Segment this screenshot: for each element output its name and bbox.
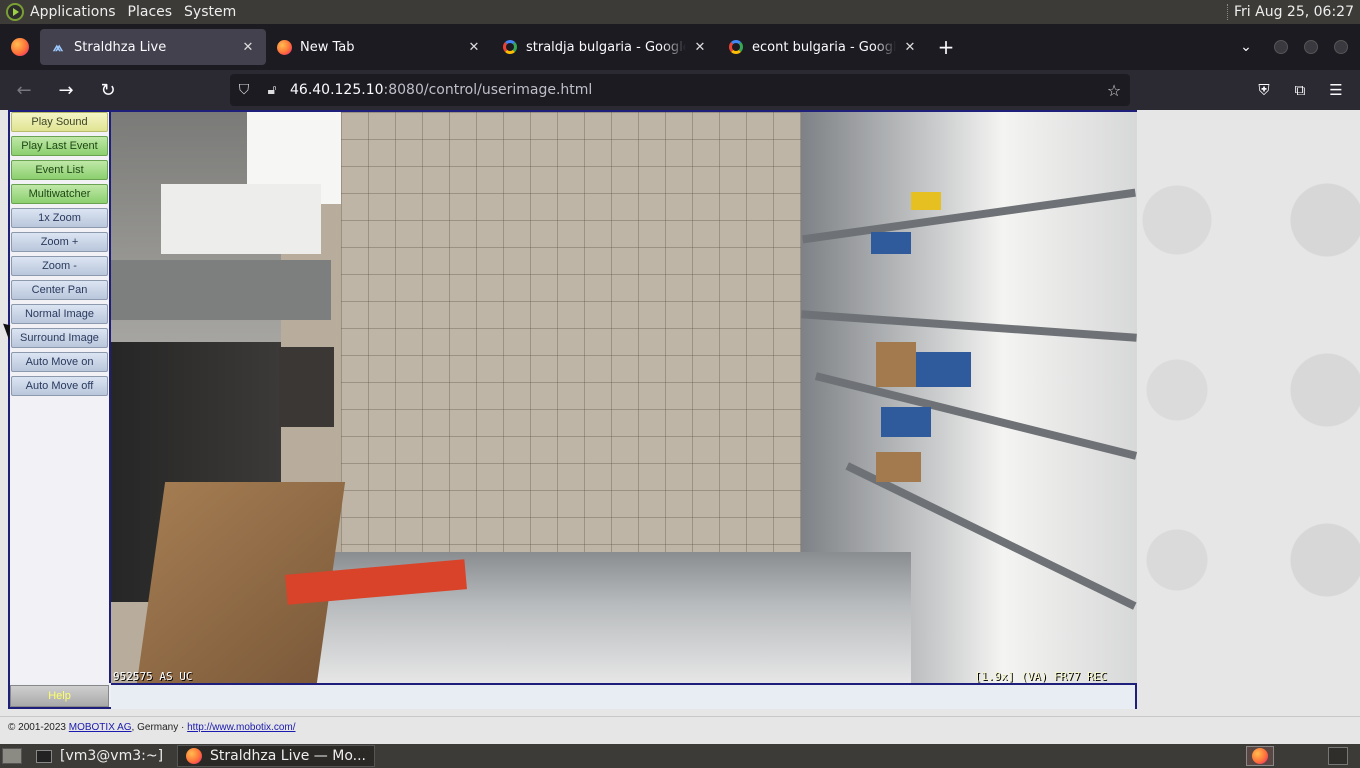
camera-live-image[interactable]: 952575 AS UC [1.9x] (VA) FR77 REC [111, 112, 1137, 683]
panel-separator [1227, 4, 1229, 20]
pocket-icon[interactable]: ⛨ [1246, 70, 1282, 110]
play-sound-button[interactable]: Play Sound [11, 112, 108, 132]
camera-scene-package [916, 352, 971, 387]
show-desktop-button[interactable] [2, 748, 22, 764]
workspace-switcher-2[interactable] [1328, 747, 1348, 765]
taskbar: [vm3@vm3:~] Straldhza Live — Mo... [0, 744, 1360, 768]
minimize-window-button[interactable] [1274, 40, 1288, 54]
mobotix-website-link[interactable]: http://www.mobotix.com/ [187, 722, 295, 733]
camera-scene-package [876, 452, 921, 482]
help-button[interactable]: Help [10, 685, 109, 707]
google-icon [502, 39, 518, 55]
menu-icon[interactable]: ☰ [1318, 70, 1354, 110]
system-menu[interactable]: System [178, 4, 242, 20]
tab-straldja-search[interactable]: straldja bulgaria - Google Se ✕ [492, 29, 718, 65]
camera-overlay-right: [1.9x] (VA) FR77 REC [974, 670, 1107, 683]
forward-button[interactable]: → [48, 74, 84, 106]
multiwatcher-button[interactable]: Multiwatcher [11, 184, 108, 204]
insecure-lock-icon[interactable]: 🔓︎ [258, 82, 286, 98]
camera-scene-floor [341, 112, 811, 562]
firefox-icon [186, 748, 203, 764]
mobotix-link[interactable]: MOBOTIX AG [69, 722, 132, 733]
camera-frame: Play Sound Play Last Event Event List Multi… [8, 110, 1137, 709]
auto-move-on-button[interactable]: Auto Move on [11, 352, 108, 372]
taskbar-item-terminal[interactable]: [vm3@vm3:~] [28, 745, 171, 767]
close-tab-icon[interactable]: ✕ [466, 40, 482, 55]
close-tab-icon[interactable]: ✕ [902, 40, 918, 55]
terminal-icon [36, 749, 52, 763]
places-menu[interactable]: Places [122, 4, 179, 20]
control-sidebar: Play Sound Play Last Event Event List Multi… [10, 112, 111, 683]
camera-overlay-left: 952575 AS UC [113, 670, 193, 683]
background-pattern [1137, 110, 1360, 710]
footer: © 2001-2023 MOBOTIX AG, Germany · http:/… [8, 722, 296, 733]
firefox-icon [11, 38, 29, 56]
camera-scene-package [881, 407, 931, 437]
tab-straldhza-live[interactable]: ⩕ Straldhza Live ✕ [40, 29, 266, 65]
url-bar[interactable]: ⛉ 🔓︎ 46.40.125.10:8080/control/userimage… [230, 74, 1130, 106]
footer-country: , Germany · [131, 722, 188, 733]
bookmark-star-icon[interactable]: ☆ [1098, 81, 1130, 100]
list-all-tabs-icon[interactable]: ⌄ [1226, 39, 1266, 55]
camera-status-strip [111, 683, 1135, 709]
camera-scene-package [871, 232, 911, 254]
tab-econt-search[interactable]: econt bulgaria - Google Sea ✕ [718, 29, 928, 65]
shield-icon[interactable]: ⛉ [230, 82, 258, 98]
auto-move-off-button[interactable]: Auto Move off [11, 376, 108, 396]
google-icon [728, 39, 744, 55]
url-text[interactable]: 46.40.125.10:8080/control/userimage.html [286, 82, 1098, 98]
play-last-event-button[interactable]: Play Last Event [11, 136, 108, 156]
url-host: 46.40.125.10 [290, 82, 384, 98]
maximize-window-button[interactable] [1304, 40, 1318, 54]
reload-button[interactable]: ↻ [90, 74, 126, 106]
applications-menu[interactable]: Applications [24, 4, 122, 20]
camera-scene-rail [111, 260, 331, 320]
firefox-icon [1252, 748, 1268, 764]
surround-image-button[interactable]: Surround Image [11, 328, 108, 348]
camera-scene-box [161, 184, 321, 254]
event-list-button[interactable]: Event List [11, 160, 108, 180]
url-path: :8080/control/userimage.html [383, 82, 593, 98]
normal-image-button[interactable]: Normal Image [11, 304, 108, 324]
tab-title: New Tab [300, 39, 355, 55]
footer-divider [0, 716, 1360, 717]
tab-new-tab[interactable]: New Tab ✕ [266, 29, 492, 65]
top-panel: Applications Places System Fri Aug 25, 0… [0, 0, 1360, 24]
camera-scene-mat [279, 347, 334, 427]
tab-title: econt bulgaria - Google Sea [752, 39, 896, 55]
1x-zoom-button[interactable]: 1x Zoom [11, 208, 108, 228]
clock[interactable]: Fri Aug 25, 06:27 [1234, 4, 1360, 20]
tab-strip: ⩕ Straldhza Live ✕ New Tab ✕ straldja bu… [0, 24, 1360, 70]
extensions-icon[interactable]: ⧉ [1282, 70, 1318, 110]
zoom-button[interactable]: Zoom + [11, 232, 108, 252]
center-pan-button[interactable]: Center Pan [11, 280, 108, 300]
firefox-icon [276, 39, 292, 55]
new-tab-button[interactable]: + [928, 35, 964, 59]
mobotix-icon: ⩕ [52, 39, 64, 55]
navigation-bar: ← → ↻ ⛉ 🔓︎ 46.40.125.10:8080/control/use… [0, 70, 1360, 110]
applications-logo-icon[interactable] [6, 3, 24, 21]
zoom-button[interactable]: Zoom - [11, 256, 108, 276]
footer-copyright: © 2001-2023 [8, 722, 66, 733]
taskbar-item-firefox[interactable]: Straldhza Live — Mo... [177, 745, 376, 767]
tab-title: straldja bulgaria - Google Se [526, 39, 686, 55]
page-content: Play Sound Play Last Event Event List Multi… [0, 110, 1360, 744]
camera-scene-package [911, 192, 941, 210]
taskbar-item-label: [vm3@vm3:~] [60, 748, 164, 764]
taskbar-item-label: Straldhza Live — Mo... [210, 748, 367, 764]
firefox-view-button[interactable] [0, 24, 40, 70]
tab-title: Straldhza Live [74, 39, 167, 55]
camera-scene-package [876, 342, 916, 387]
close-tab-icon[interactable]: ✕ [240, 40, 256, 55]
back-button[interactable]: ← [6, 74, 42, 106]
workspace-switcher[interactable] [1246, 746, 1274, 766]
close-tab-icon[interactable]: ✕ [692, 40, 708, 55]
close-window-button[interactable] [1334, 40, 1348, 54]
